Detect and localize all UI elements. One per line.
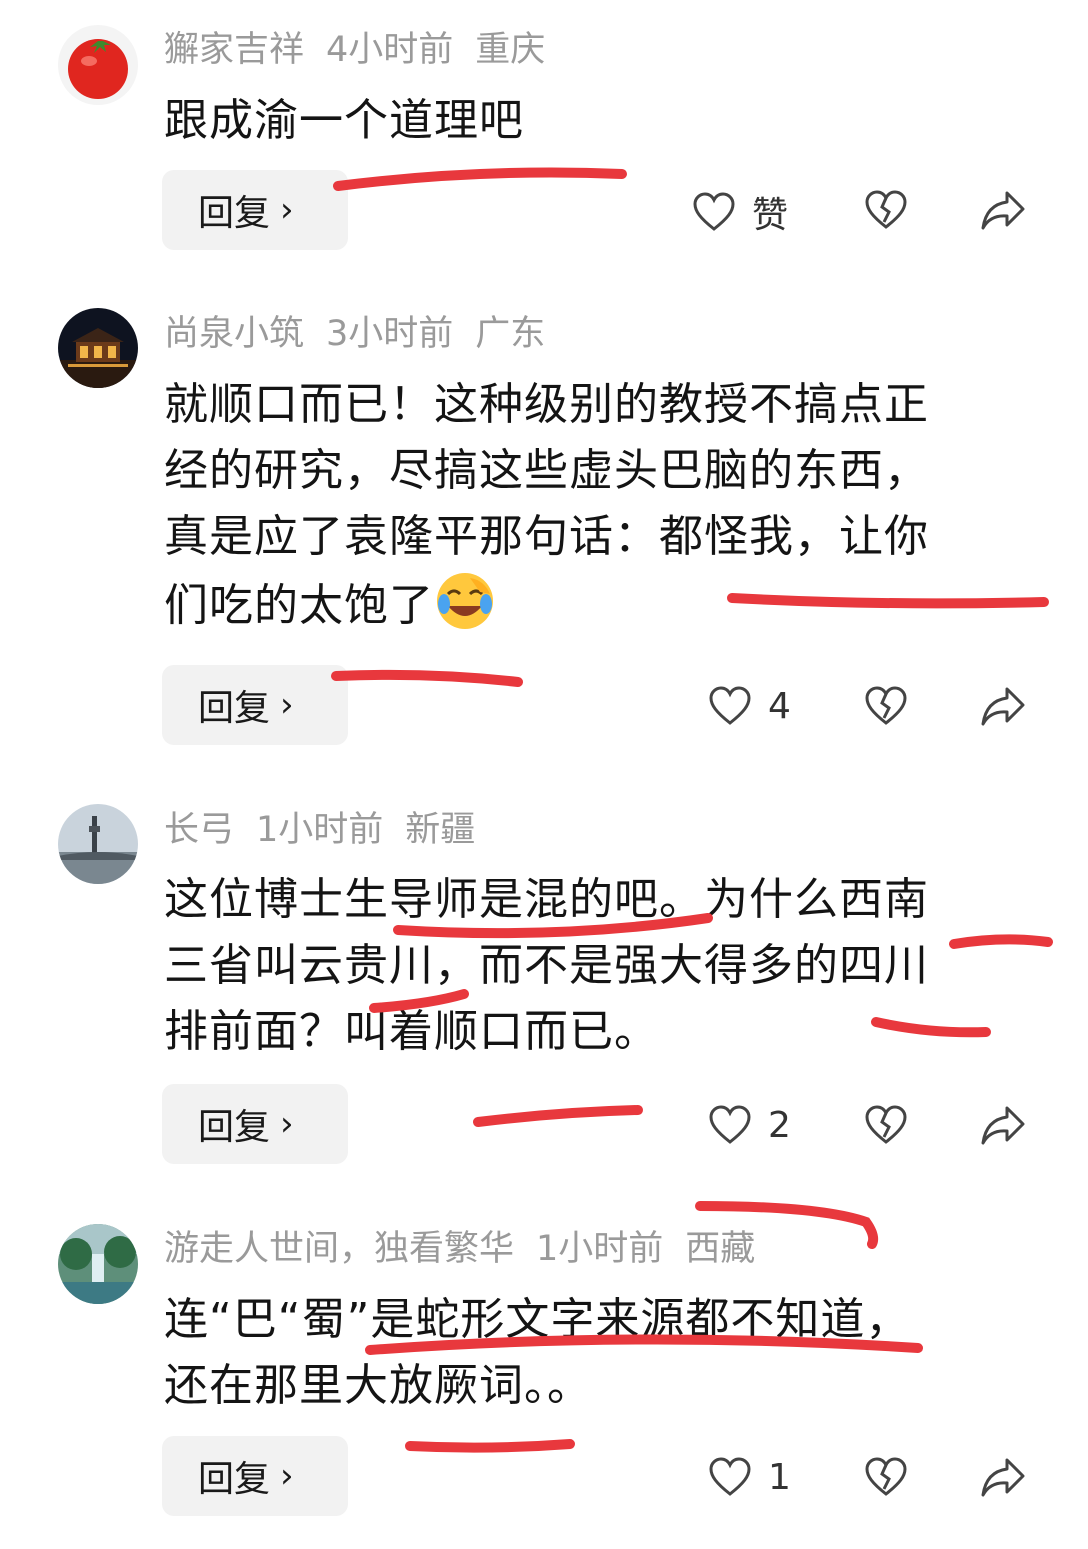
- location: 西藏: [685, 1229, 756, 1269]
- comment-line: 连“巴“蜀”是蛇形文字来源都不知道，: [164, 1294, 911, 1345]
- dislike-button[interactable]: [864, 1455, 908, 1503]
- like-count: 1: [768, 1456, 791, 1498]
- like-button[interactable]: 2: [708, 1103, 791, 1147]
- like-count: 4: [768, 685, 791, 727]
- share-button[interactable]: [980, 188, 1026, 236]
- like-button[interactable]: 4: [708, 684, 791, 728]
- broken-heart-icon: [865, 686, 907, 725]
- chevron-right-icon: ›: [280, 1104, 294, 1144]
- share-button[interactable]: [980, 1455, 1026, 1503]
- comment-line: 经的研究，尽搞这些虚头巴脑的东西，: [164, 445, 929, 496]
- share-icon: [981, 1106, 1025, 1145]
- share-button[interactable]: [980, 684, 1026, 732]
- comment-meta: 长弓 1小时前 新疆: [164, 808, 497, 852]
- marker-stroke: [331, 669, 523, 687]
- comment-line: 真是应了袁隆平那句话：都怪我，让你: [164, 511, 929, 562]
- location: 重庆: [475, 30, 546, 70]
- avatar[interactable]: [58, 25, 138, 105]
- comment-line: 排前面？叫着顺口而已。: [164, 1006, 659, 1057]
- like-count: 赞: [752, 195, 789, 236]
- avatar[interactable]: [58, 1224, 138, 1304]
- username[interactable]: 长弓: [164, 810, 234, 850]
- dislike-button[interactable]: [864, 188, 908, 236]
- heart-icon: [709, 1457, 751, 1496]
- timestamp: 1小时前: [256, 810, 384, 850]
- comment-text: 就顺口而已！这种级别的教授不搞点正 经的研究，尽搞这些虚头巴脑的东西， 真是应了…: [164, 372, 1044, 639]
- like-button[interactable]: 赞: [692, 186, 788, 238]
- timestamp: 1小时前: [536, 1229, 664, 1269]
- share-icon: [981, 191, 1025, 230]
- reply-button[interactable]: 回复 ›: [162, 1084, 348, 1164]
- location: 广东: [475, 314, 546, 354]
- marker-stroke: [333, 167, 627, 191]
- like-count: 2: [768, 1104, 791, 1146]
- username[interactable]: 尚泉小筑: [164, 314, 304, 354]
- comment-line: 们吃的太饱了: [164, 570, 1044, 639]
- heart-icon: [709, 686, 751, 725]
- timestamp: 4小时前: [326, 30, 454, 70]
- broken-heart-icon: [865, 1457, 907, 1496]
- avatar[interactable]: [58, 308, 138, 388]
- chevron-right-icon: ›: [280, 1456, 294, 1496]
- comment-line: 还在那里大放厥词。。: [164, 1360, 592, 1411]
- comment-line: 就顺口而已！这种级别的教授不搞点正: [164, 379, 929, 430]
- reply-button[interactable]: 回复 ›: [162, 665, 348, 745]
- comment-meta: 游走人世间，独看繁华 1小时前 西藏: [164, 1227, 777, 1271]
- comment-text: 跟成渝一个道理吧: [164, 95, 524, 146]
- comment-text: 这位博士生导师是混的吧。为什么西南 三省叫云贵川，而不是强大得多的四川 排前面？…: [164, 867, 1044, 1065]
- comment-line: 这位博士生导师是混的吧。为什么西南: [164, 874, 929, 925]
- share-button[interactable]: [980, 1103, 1026, 1151]
- comment-text: 连“巴“蜀”是蛇形文字来源都不知道， 还在那里大放厥词。。: [164, 1287, 1044, 1419]
- heart-icon: [693, 192, 735, 231]
- chevron-right-icon: ›: [280, 190, 294, 230]
- marker-stroke: [405, 1439, 575, 1453]
- dislike-button[interactable]: [864, 1103, 908, 1151]
- marker-stroke: [473, 1105, 643, 1127]
- comment-line: 三省叫云贵川，而不是强大得多的四川: [164, 940, 929, 991]
- broken-heart-icon: [865, 1105, 907, 1144]
- broken-heart-icon: [865, 190, 907, 229]
- reply-button[interactable]: 回复 ›: [162, 170, 348, 250]
- comment-meta: 獬家吉祥 4小时前 重庆: [164, 28, 567, 72]
- like-button[interactable]: 1: [708, 1455, 791, 1499]
- reply-button[interactable]: 回复 ›: [162, 1436, 348, 1516]
- comment-meta: 尚泉小筑 3小时前 广东: [164, 312, 567, 356]
- location: 新疆: [405, 810, 476, 850]
- heart-icon: [709, 1105, 751, 1144]
- chevron-right-icon: ›: [280, 685, 294, 725]
- share-icon: [981, 1458, 1025, 1497]
- timestamp: 3小时前: [326, 314, 454, 354]
- avatar[interactable]: [58, 804, 138, 884]
- username[interactable]: 游走人世间，独看繁华: [164, 1229, 514, 1269]
- dislike-button[interactable]: [864, 684, 908, 732]
- laughing-emoji-icon: [437, 573, 493, 629]
- share-icon: [981, 687, 1025, 726]
- username[interactable]: 獬家吉祥: [164, 30, 304, 70]
